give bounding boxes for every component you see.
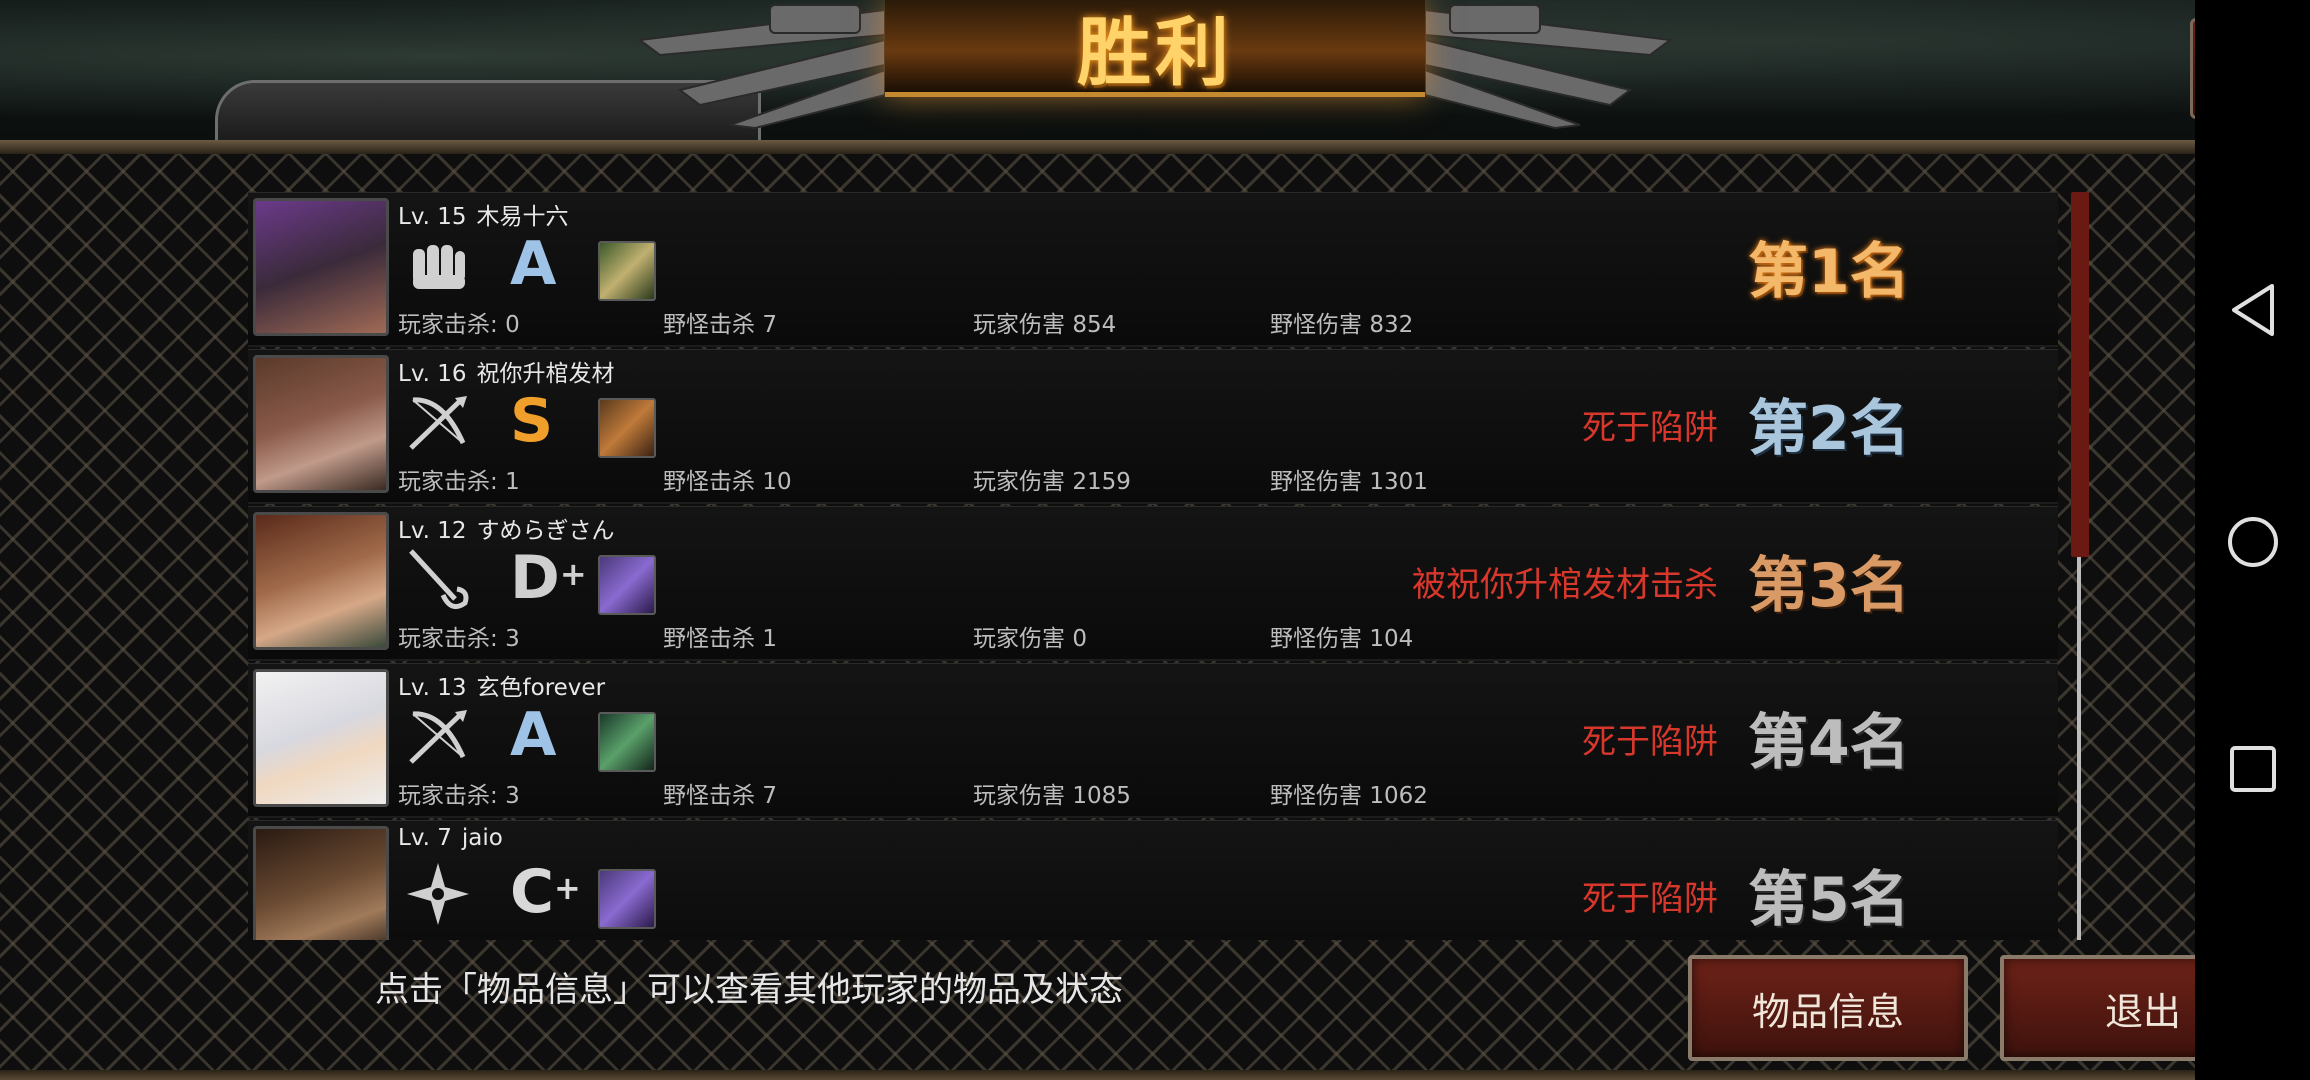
death-cause: 死于陷阱	[1582, 879, 1718, 919]
equipped-item-icon[interactable]	[598, 712, 656, 772]
player-damage-stat: 玩家伤害 1085	[973, 783, 1131, 809]
grade-badge: C+	[510, 857, 581, 927]
rank-label: 第4名	[1748, 708, 1910, 778]
grade-badge: A	[510, 229, 557, 299]
player-name: 木易十六	[476, 204, 569, 230]
monster-damage-stat: 野怪伤害 1301	[1270, 469, 1428, 495]
hint-text: 点击「物品信息」可以查看其他玩家的物品及状态	[375, 970, 1123, 1010]
shuriken-icon	[407, 863, 469, 925]
monster-damage-stat: 野怪伤害 1062	[1270, 783, 1428, 809]
rank-label: 第2名	[1748, 394, 1910, 464]
bow-icon	[409, 396, 467, 450]
player-level: Lv. 16	[398, 361, 467, 387]
player-kills-stat: 玩家击杀: 1	[398, 469, 520, 495]
monster-kills-stat: 野怪击杀 7	[663, 783, 777, 809]
equipped-item-icon[interactable]	[598, 241, 656, 301]
player-portrait	[253, 826, 389, 940]
player-portrait	[253, 512, 389, 650]
player-portrait	[253, 669, 389, 807]
player-row[interactable]: Lv. 7 jaio C+ 死于陷阱 第5名	[248, 820, 2058, 940]
monster-damage-stat: 野怪伤害 104	[1270, 626, 1414, 652]
monster-kills-stat: 野怪击杀 10	[663, 469, 792, 495]
death-cause: 死于陷阱	[1582, 408, 1718, 448]
nav-back-button[interactable]	[2195, 282, 2310, 338]
player-portrait	[253, 198, 389, 336]
equipped-item-icon[interactable]	[598, 555, 656, 615]
equipped-item-icon[interactable]	[598, 869, 656, 929]
death-cause: 死于陷阱	[1582, 722, 1718, 762]
player-row[interactable]: Lv. 12 すめらぎさん D+ 玩家击杀: 3 野怪击杀 1 玩家伤害 0 野怪…	[248, 506, 2058, 661]
victory-title: 胜利	[1077, 9, 1233, 96]
ranking-list[interactable]: Lv. 15 木易十六 A 玩家击杀: 0 野怪击杀 7 玩家伤害 854 野怪伤…	[248, 192, 2058, 940]
home-circle-icon	[2227, 517, 2278, 567]
player-row[interactable]: Lv. 13 玄色forever A 玩家击杀: 3 野怪击杀 7 玩家伤害 10…	[248, 663, 2058, 818]
right-wing-ornament	[1424, 4, 1673, 130]
player-row[interactable]: Lv. 16 祝你升棺发材 S 玩家击杀: 1 野怪击杀 10 玩家伤害 2159…	[248, 349, 2058, 504]
grade-badge: A	[510, 700, 557, 770]
player-name: すめらぎさん	[476, 518, 615, 544]
player-name: 玄色forever	[476, 675, 606, 701]
player-kills-stat: 玩家击杀: 3	[398, 626, 520, 652]
nav-home-button[interactable]	[2195, 514, 2310, 570]
item-info-button[interactable]: 物品信息	[1688, 955, 1968, 1061]
left-wing-ornament	[637, 4, 886, 130]
fist-icon	[413, 245, 465, 289]
grade-badge: S	[510, 386, 554, 456]
rapier-icon	[409, 549, 469, 610]
bow-icon	[409, 710, 467, 764]
player-damage-stat: 玩家伤害 0	[973, 626, 1087, 652]
victory-banner: 胜利	[885, 0, 1425, 97]
system-nav-bar	[2195, 0, 2310, 1080]
player-portrait	[253, 355, 389, 493]
player-level: Lv. 12	[398, 518, 467, 544]
player-damage-stat: 玩家伤害 2159	[973, 469, 1131, 495]
scrollbar-thumb[interactable]	[2071, 192, 2089, 557]
player-row[interactable]: Lv. 15 木易十六 A 玩家击杀: 0 野怪击杀 7 玩家伤害 854 野怪伤…	[248, 192, 2058, 347]
monster-damage-stat: 野怪伤害 832	[1270, 312, 1414, 338]
rank-label: 第3名	[1748, 551, 1910, 621]
rank-label: 第1名	[1748, 237, 1910, 307]
grade-badge: D+	[510, 543, 587, 613]
equipped-item-icon[interactable]	[598, 398, 656, 458]
back-triangle-icon	[2231, 284, 2274, 336]
player-name: 祝你升棺发材	[476, 361, 615, 387]
death-cause: 被祝你升棺发材击杀	[1412, 565, 1718, 605]
player-kills-stat: 玩家击杀: 0	[398, 312, 520, 338]
player-level: Lv. 7	[398, 825, 452, 851]
recents-square-icon	[2229, 746, 2276, 792]
player-name: jaio	[461, 825, 503, 851]
player-level: Lv. 13	[398, 675, 467, 701]
rank-label: 第5名	[1748, 865, 1910, 935]
player-kills-stat: 玩家击杀: 3	[398, 783, 520, 809]
player-level: Lv. 15	[398, 204, 467, 230]
nav-recents-button[interactable]	[2195, 744, 2310, 794]
player-damage-stat: 玩家伤害 854	[973, 312, 1117, 338]
monster-kills-stat: 野怪击杀 1	[663, 626, 777, 652]
monster-kills-stat: 野怪击杀 7	[663, 312, 777, 338]
